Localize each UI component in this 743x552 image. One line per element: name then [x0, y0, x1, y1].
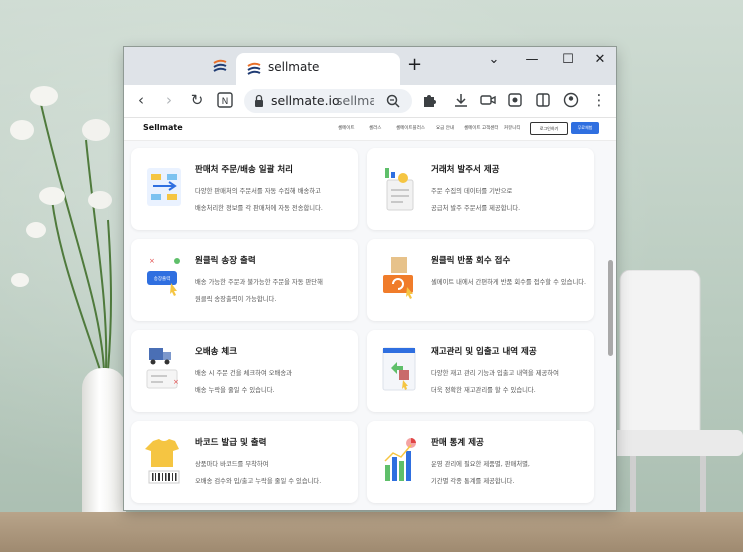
extensions-puzzle-icon[interactable]: [420, 91, 438, 109]
page-scrollbar[interactable]: [606, 140, 616, 510]
card-title: 재고관리 및 입출고 내역 제공: [431, 347, 537, 357]
card-title: 판매처 주문/배송 일괄 처리: [195, 165, 294, 175]
zoom-icon[interactable]: [385, 93, 401, 109]
sellmate-favicon-icon: [247, 62, 261, 75]
browser-toolbar: ‹ › ↻ N sellmate.io sellmate: [124, 85, 616, 118]
nav-link[interactable]: 셀메이트 고객센터: [464, 125, 499, 131]
lock-icon[interactable]: [252, 94, 266, 108]
feature-card[interactable]: 원클릭 반품 회수 접수 셀메이트 내에서 간편하게 반품 회수를 접수할 수 …: [367, 239, 594, 321]
url-host: sellmate.io: [271, 93, 340, 108]
screenshot-icon[interactable]: [506, 91, 524, 109]
card-description: 배송 시 주문 건을 체크하여 오배송과: [195, 370, 292, 377]
card-description: 원클릭 송장출력이 가능합니다.: [195, 296, 277, 303]
address-bar[interactable]: sellmate.io sellmate: [244, 89, 412, 113]
site-logo[interactable]: Sellmate: [143, 123, 183, 132]
feature-card[interactable]: 바코드 발급 및 출력 상품마다 바코드를 부착하여 오배송 검수와 입/출고 …: [131, 421, 358, 503]
site-header: Sellmate 셀메이트 셀러스 셀메이트플러스 요금 안내 셀메이트 고객센…: [124, 118, 616, 141]
feature-card[interactable]: × 오배송 체크 배송 시 주문 건을 체크하여 오배송과 배송 누락을 줄일 …: [131, 330, 358, 412]
card-title: 원클릭 반품 회수 접수: [431, 256, 511, 266]
svg-text:N: N: [222, 97, 229, 107]
page-viewport: Sellmate 셀메이트 셀러스 셀메이트플러스 요금 안내 셀메이트 고객센…: [124, 118, 616, 510]
sales-statistics-illustration-icon: [384, 438, 416, 481]
tab-sellmate[interactable]: sellmate: [236, 53, 400, 85]
reader-mode-icon[interactable]: N: [216, 91, 234, 109]
card-description: 운영 관리에 필요한 제품별, 판매처별,: [431, 461, 530, 468]
back-arrow-icon[interactable]: ‹: [132, 91, 150, 109]
svg-text:×: ×: [173, 378, 179, 386]
signup-button[interactable]: 무료체험: [571, 122, 599, 134]
svg-text:×: ×: [149, 257, 155, 265]
return-box-illustration-icon: [383, 257, 413, 299]
card-description: 셀메이트 내에서 간편하게 반품 회수를 접수할 수 있습니다.: [431, 279, 587, 286]
nav-link[interactable]: 셀러스: [369, 125, 381, 131]
feature-card[interactable]: 거래처 발주서 제공 주문 수집의 데이터를 기반으로 공급처 발주 주문서를 …: [367, 148, 594, 230]
card-description: 공급처 발주 주문서를 제공합니다.: [431, 205, 521, 212]
card-description: 배송처리한 정보를 각 판매처에 자동 전송합니다.: [195, 205, 323, 212]
purchase-order-illustration-icon: [385, 168, 414, 211]
browser-window: sellmate + ⌄ — ☐ ✕ ‹ › ↻ N sellmate.io s…: [124, 47, 616, 510]
card-title: 거래처 발주서 제공: [431, 165, 500, 175]
card-title: 오배송 체크: [195, 347, 238, 357]
card-title: 바코드 발급 및 출력: [195, 438, 267, 448]
order-sync-illustration-icon: [147, 168, 181, 206]
card-description: 배송 가능한 주문과 불가능한 주문을 자동 판단해: [195, 279, 323, 286]
tab-search-icon[interactable]: ⌄: [484, 52, 504, 67]
card-description: 주문 수집의 데이터를 기반으로: [431, 188, 513, 195]
sellmate-favicon-icon[interactable]: [212, 58, 228, 74]
forward-arrow-icon[interactable]: ›: [160, 91, 178, 109]
new-tab-button[interactable]: +: [407, 56, 422, 74]
card-title: 원클릭 송장 출력: [195, 256, 256, 266]
card-description: 다양한 재고 관리 기능과 입출고 내역을 제공하여: [431, 370, 559, 377]
card-description: 더욱 정확한 재고관리를 할 수 있습니다.: [431, 387, 536, 394]
card-description: 상품마다 바코드를 부착하여: [195, 461, 269, 468]
nav-link[interactable]: 커뮤니티: [504, 125, 521, 131]
profile-avatar-icon[interactable]: [562, 91, 580, 109]
reload-icon[interactable]: ↻: [188, 91, 206, 109]
inventory-illustration-icon: [382, 347, 416, 391]
card-description: 다양한 판매처의 주문서를 자동 수집해 배송하고: [195, 188, 321, 195]
side-panel-icon[interactable]: [534, 91, 552, 109]
close-window-button[interactable]: ✕: [590, 52, 610, 67]
floor: [0, 512, 743, 552]
kebab-menu-icon[interactable]: ⋮: [590, 91, 608, 109]
video-camera-icon[interactable]: [479, 91, 497, 109]
feature-card[interactable]: 판매 통계 제공 운영 관리에 필요한 제품별, 판매처별, 기간별 각종 통계…: [367, 421, 594, 503]
card-description: 배송 누락을 줄일 수 있습니다.: [195, 387, 275, 394]
download-icon[interactable]: [452, 91, 470, 109]
white-chair: [610, 270, 743, 552]
tab-strip: sellmate + ⌄ — ☐ ✕: [124, 47, 616, 85]
url-path: sellmate: [336, 93, 374, 108]
card-description: 기간별 각종 통계를 제공합니다.: [431, 478, 515, 485]
feature-card[interactable]: 판매처 주문/배송 일괄 처리 다양한 판매처의 주문서를 자동 수집해 배송하…: [131, 148, 358, 230]
nav-link[interactable]: 셀메이트플러스: [396, 125, 425, 131]
card-description: 오배송 검수와 입/출고 누락을 줄일 수 있습니다.: [195, 478, 322, 485]
login-button[interactable]: 로그인하기: [530, 122, 568, 135]
nav-link[interactable]: 요금 안내: [436, 125, 454, 131]
minimize-button[interactable]: —: [522, 52, 542, 67]
delivery-check-illustration-icon: ×: [146, 348, 179, 389]
invoice-print-illustration-icon: × 송장출력: [147, 257, 180, 296]
barcode-tshirt-illustration-icon: [145, 439, 180, 484]
invoice-print-badge: 송장출력: [154, 275, 171, 282]
tab-title: sellmate: [268, 60, 320, 74]
feature-card[interactable]: × 송장출력 원클릭 송장 출력 배송 가능한 주문과 불가능한 주문을 자동 …: [131, 239, 358, 321]
scrollbar-thumb[interactable]: [608, 260, 613, 356]
card-title: 판매 통계 제공: [431, 438, 484, 448]
maximize-button[interactable]: ☐: [558, 52, 578, 67]
nav-link[interactable]: 셀메이트: [338, 125, 355, 131]
feature-card[interactable]: 재고관리 및 입출고 내역 제공 다양한 재고 관리 기능과 입출고 내역을 제…: [367, 330, 594, 412]
